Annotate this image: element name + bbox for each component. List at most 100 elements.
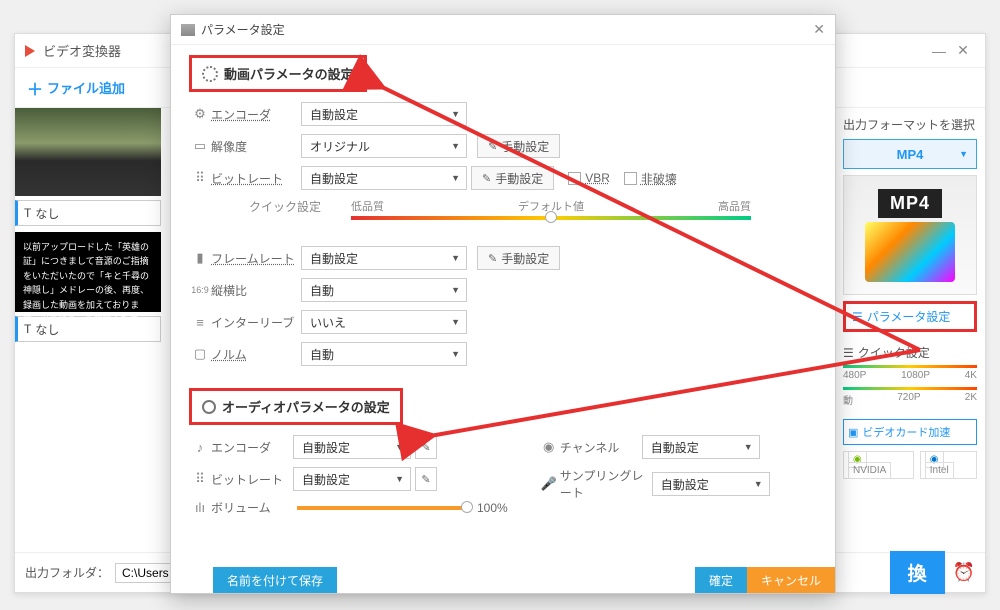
quality-low-label: 低品質 xyxy=(351,198,384,214)
row-resolution: ▭ 解像度 オリジナル ✎手動設定 xyxy=(189,134,817,158)
aspect-icon: 16:9 xyxy=(189,285,211,295)
dialog-close-button[interactable]: ✕ xyxy=(813,21,825,38)
interleave-select[interactable]: いいえ xyxy=(301,310,467,334)
framerate-icon: ▮ xyxy=(189,250,211,266)
dialog-footer: 名前を付けて保存 確定 キャンセル xyxy=(171,567,835,593)
gpu-intel: ◉ Intel xyxy=(920,451,977,479)
vbr-label: VBR xyxy=(585,171,610,185)
audio-encoder-edit[interactable]: ✎ xyxy=(415,435,437,459)
framerate-manual-button[interactable]: ✎手動設定 xyxy=(477,246,560,270)
bitrate-label: ビットレート xyxy=(211,170,301,187)
encoder-select[interactable]: 自動設定 xyxy=(301,102,467,126)
quick-quality-slider-2[interactable] xyxy=(843,387,977,390)
bitrate-icon: ⠿ xyxy=(189,170,211,186)
video-thumbnail[interactable] xyxy=(15,108,161,196)
quality-slider-thumb[interactable] xyxy=(545,211,557,223)
plus-icon: ＋ xyxy=(27,76,43,100)
alarm-icon[interactable]: ⏰ xyxy=(953,562,975,583)
sampling-label: サンプリングレート xyxy=(560,467,652,501)
chip-icon: ▣ xyxy=(848,426,858,439)
speaker-icon xyxy=(202,400,216,414)
output-format-label: 出力フォーマットを選択 xyxy=(843,116,977,133)
channel-icon: ◉ xyxy=(538,439,560,455)
resolution-icon: ▭ xyxy=(189,138,211,154)
volume-icon: ılı xyxy=(189,500,211,515)
vbr-checkbox[interactable] xyxy=(568,172,581,185)
close-button[interactable]: ✕ xyxy=(951,42,975,59)
mp4-badge: MP4 xyxy=(878,189,942,218)
minimize-button[interactable]: — xyxy=(927,43,951,59)
sampling-select[interactable]: 自動設定 xyxy=(652,472,770,496)
audio-bitrate-edit[interactable]: ✎ xyxy=(415,467,437,491)
resolution-manual-button[interactable]: ✎手動設定 xyxy=(477,134,560,158)
bitrate-select[interactable]: 自動設定 xyxy=(301,166,467,190)
row-aspect: 16:9 縦横比 自動 xyxy=(189,278,817,302)
gpu-list: ◉ NVIDIA ◉ Intel xyxy=(843,451,977,479)
row-volume: ılı ボリューム 100% xyxy=(189,499,508,516)
lossless-checkbox[interactable] xyxy=(624,172,637,185)
row-audio-encoder: ♪ エンコーダ 自動設定 ✎ xyxy=(189,435,508,459)
pencil-icon: ✎ xyxy=(488,140,497,153)
quality-slider[interactable] xyxy=(351,216,751,220)
gpu-accel-button[interactable]: ▣ ビデオカード加速 xyxy=(843,419,977,445)
aspect-label: 縦横比 xyxy=(211,282,301,299)
interleave-icon: ≡ xyxy=(189,315,211,330)
quick-qual-labels: 動720P2K xyxy=(843,392,977,407)
quick-res-labels: 480P1080P4K xyxy=(843,370,977,381)
encoder-label: エンコーダ xyxy=(211,106,301,123)
convert-button[interactable]: 換 xyxy=(890,551,945,594)
volume-label: ボリューム xyxy=(211,499,293,516)
video-description: 以前アップロードした「英雄の証」につきまして音源のご指摘をいただいたので「キと千… xyxy=(15,232,161,312)
add-file-button[interactable]: ファイル追加 xyxy=(47,78,125,97)
subtitle-none-1[interactable]: Tなし xyxy=(15,200,161,226)
channel-select[interactable]: 自動設定 xyxy=(642,435,760,459)
row-sampling: 🎤 サンプリングレート 自動設定 xyxy=(538,467,817,501)
save-as-button[interactable]: 名前を付けて保存 xyxy=(213,567,337,593)
dialog-title: パラメータ設定 xyxy=(201,21,285,38)
quick-quality-slider[interactable] xyxy=(843,365,977,368)
encoder-icon: ⚙ xyxy=(189,106,211,122)
lossless-label: 非破壊 xyxy=(641,170,677,187)
gear-icon xyxy=(202,66,218,82)
pencil-icon: ✎ xyxy=(488,252,497,265)
quick-setting-label: クイック設定 xyxy=(249,198,321,215)
quality-high-label: 高品質 xyxy=(718,198,751,214)
row-bitrate: ⠿ ビットレート 自動設定 ✎手動設定 VBR 非破壊 xyxy=(189,166,817,190)
resolution-label: 解像度 xyxy=(211,138,301,155)
audio-encoder-label: エンコーダ xyxy=(211,439,293,456)
channel-label: チャンネル xyxy=(560,439,642,456)
norm-label: ノルム xyxy=(211,346,301,363)
cancel-button[interactable]: キャンセル xyxy=(747,567,835,593)
audio-bitrate-label: ビットレート xyxy=(211,471,293,488)
format-dropdown[interactable]: MP4 xyxy=(843,139,977,169)
right-panel: 出力フォーマットを選択 MP4 MP4 ☰ パラメータ設定 ☰ クイック設定 4… xyxy=(835,108,985,487)
pencil-icon: ✎ xyxy=(482,172,491,185)
row-interleave: ≡ インターリーブ いいえ xyxy=(189,310,817,334)
audio-section-header: オーディオパラメータの設定 xyxy=(189,388,403,425)
framerate-label: フレームレート xyxy=(211,250,301,267)
format-preview: MP4 xyxy=(843,175,977,295)
volume-thumb[interactable] xyxy=(461,501,473,513)
resolution-select[interactable]: オリジナル xyxy=(301,134,467,158)
bitrate-manual-button[interactable]: ✎手動設定 xyxy=(471,166,554,190)
framerate-select[interactable]: 自動設定 xyxy=(301,246,467,270)
sliders-icon: ☰ xyxy=(843,346,854,360)
volume-slider[interactable] xyxy=(297,506,467,510)
row-encoder: ⚙ エンコーダ 自動設定 xyxy=(189,102,817,126)
audio-encoder-select[interactable]: 自動設定 xyxy=(293,435,411,459)
video-section-header: 動画パラメータの設定 xyxy=(189,55,367,92)
audio-bitrate-select[interactable]: 自動設定 xyxy=(293,467,411,491)
settings-icon xyxy=(181,24,195,36)
left-panel: Tなし 以前アップロードした「英雄の証」につきまして音源のご指摘をいただいたので… xyxy=(15,108,161,552)
norm-select[interactable]: 自動 xyxy=(301,342,467,366)
volume-value: 100% xyxy=(477,501,508,515)
audio-encoder-icon: ♪ xyxy=(189,440,211,455)
quality-slider-group: 低品質 デフォルト値 高品質 xyxy=(351,198,751,220)
output-folder-path[interactable]: C:\Users xyxy=(115,563,176,583)
row-channel: ◉ チャンネル 自動設定 xyxy=(538,435,817,459)
aspect-select[interactable]: 自動 xyxy=(301,278,467,302)
parameter-settings-button[interactable]: ☰ パラメータ設定 xyxy=(843,301,977,332)
quick-settings-label: ☰ クイック設定 xyxy=(843,344,977,361)
ok-button[interactable]: 確定 xyxy=(695,567,747,593)
interleave-label: インターリーブ xyxy=(211,314,301,331)
